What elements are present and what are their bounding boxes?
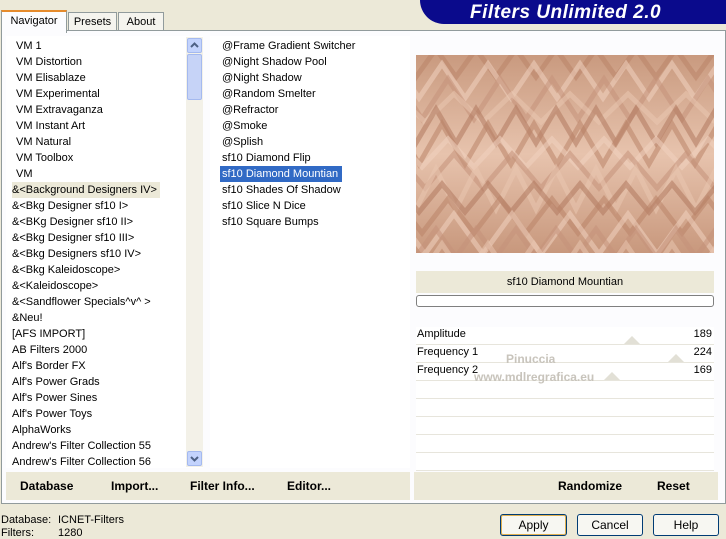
slider-marker-icon[interactable] (624, 336, 640, 344)
category-item[interactable]: VM Natural (16, 134, 71, 150)
randomize-button[interactable]: Randomize (558, 479, 622, 493)
category-item[interactable]: Alf's Power Grads (12, 374, 100, 390)
param-label: Frequency 1 (417, 346, 479, 358)
scroll-thumb[interactable] (187, 54, 202, 100)
category-item[interactable]: &<Bkg Designer sf10 III> (12, 230, 134, 246)
category-item[interactable]: AB Filters 2000 (12, 342, 87, 358)
status-filters-value: 1280 (58, 527, 83, 539)
preview-filter-name: sf10 Diamond Mountian (416, 271, 714, 293)
filter-list[interactable]: @Frame Gradient Switcher @Night Shadow Po… (210, 36, 410, 468)
chevron-down-icon (190, 456, 199, 462)
category-item[interactable]: &<Bkg Designers sf10 IV> (12, 246, 141, 262)
category-item[interactable]: Alf's Power Sines (12, 390, 97, 406)
watermark-line1: Pinuccia (506, 352, 556, 366)
param-value: 189 (693, 328, 712, 340)
filter-item[interactable]: @Night Shadow (220, 70, 306, 86)
category-scrollbar[interactable] (186, 37, 203, 467)
category-item[interactable]: Alf's Border FX (12, 358, 86, 374)
category-item[interactable]: VM Toolbox (16, 150, 73, 166)
apply-button[interactable]: Apply (500, 514, 567, 536)
category-item[interactable]: Alf's Power Toys (12, 406, 92, 422)
editor-button[interactable]: Editor... (287, 479, 331, 493)
watermark-line2: www.mdlregrafica.eu (474, 370, 595, 384)
database-button[interactable]: Database (20, 479, 73, 493)
preview-image (416, 55, 714, 253)
status-filters-label: Filters: (1, 527, 34, 539)
param-value: 169 (693, 364, 712, 376)
cancel-button[interactable]: Cancel (577, 514, 643, 536)
app-title: Filters Unlimited 2.0 (470, 2, 662, 23)
category-item[interactable]: &<BKg Designer sf10 II> (12, 214, 133, 230)
filter-item[interactable]: @Smoke (220, 118, 271, 134)
category-item[interactable]: VM Extravaganza (16, 102, 103, 118)
help-button[interactable]: Help (653, 514, 719, 536)
filter-item[interactable]: sf10 Diamond Flip (220, 150, 315, 166)
filter-item[interactable]: @Frame Gradient Switcher (220, 38, 359, 54)
param-row-frequency1[interactable]: Frequency 1 224 (416, 345, 714, 363)
category-item[interactable]: VM (16, 166, 33, 182)
param-row-amplitude[interactable]: Amplitude 189 (416, 327, 714, 345)
filter-item[interactable]: sf10 Square Bumps (220, 214, 323, 230)
filter-item[interactable]: @Random Smelter (220, 86, 320, 102)
param-value: 224 (693, 346, 712, 358)
category-item[interactable]: &<Bkg Designer sf10 I> (12, 198, 128, 214)
category-item[interactable]: VM Instant Art (16, 118, 85, 134)
filter-item[interactable]: @Night Shadow Pool (220, 54, 331, 70)
filter-item[interactable]: sf10 Shades Of Shadow (220, 182, 345, 198)
tab-about[interactable]: About (118, 12, 164, 31)
filter-info-button[interactable]: Filter Info... (190, 479, 255, 493)
category-item[interactable]: &Neu! (12, 310, 43, 326)
category-item[interactable]: &<Bkg Kaleidoscope> (12, 262, 120, 278)
param-label: Amplitude (417, 328, 466, 340)
category-list[interactable]: VM 1 VM Distortion VM Elisablaze VM Experim… (6, 36, 203, 468)
status-database-label: Database: (1, 514, 52, 526)
tab-navigator[interactable]: Navigator (1, 10, 67, 33)
preview-pattern (416, 55, 714, 253)
category-item[interactable]: &<Kaleidoscope> (12, 278, 98, 294)
scroll-up-button[interactable] (187, 38, 202, 53)
slider-marker-icon[interactable] (668, 354, 684, 362)
filter-item[interactable]: sf10 Slice N Dice (220, 198, 310, 214)
filter-item[interactable]: sf10 Diamond Mountian (220, 166, 343, 182)
category-item[interactable]: VM Distortion (16, 54, 82, 70)
filter-item[interactable]: @Refractor (220, 102, 282, 118)
filter-item[interactable]: @Splish (220, 134, 267, 150)
param-row-empty (416, 435, 714, 453)
category-item[interactable]: [AFS IMPORT] (12, 326, 85, 342)
param-row-empty (416, 453, 714, 471)
reset-button[interactable]: Reset (657, 479, 690, 493)
param-row-empty (416, 417, 714, 435)
category-item[interactable]: VM Experimental (16, 86, 100, 102)
category-item[interactable]: AlphaWorks (12, 422, 71, 438)
slider-marker-icon[interactable] (604, 372, 620, 380)
tab-presets[interactable]: Presets (68, 12, 117, 31)
chevron-up-icon (190, 42, 199, 48)
progress-bar (416, 295, 714, 307)
param-row-empty (416, 399, 714, 417)
category-item[interactable]: VM Elisablaze (16, 70, 86, 86)
category-item[interactable]: Andrew's Filter Collection 56 (12, 454, 151, 470)
category-item[interactable]: Andrew's Filter Collection 55 (12, 438, 151, 454)
category-item[interactable]: VM 1 (16, 38, 42, 54)
import-button[interactable]: Import... (111, 479, 158, 493)
scroll-down-button[interactable] (187, 451, 202, 466)
status-database-value: ICNET-Filters (58, 514, 124, 526)
param-label: Frequency 2 (417, 364, 479, 376)
category-item[interactable]: &<Sandflower Specials^v^ > (12, 294, 151, 310)
category-item[interactable]: &<Background Designers IV> (12, 182, 160, 198)
